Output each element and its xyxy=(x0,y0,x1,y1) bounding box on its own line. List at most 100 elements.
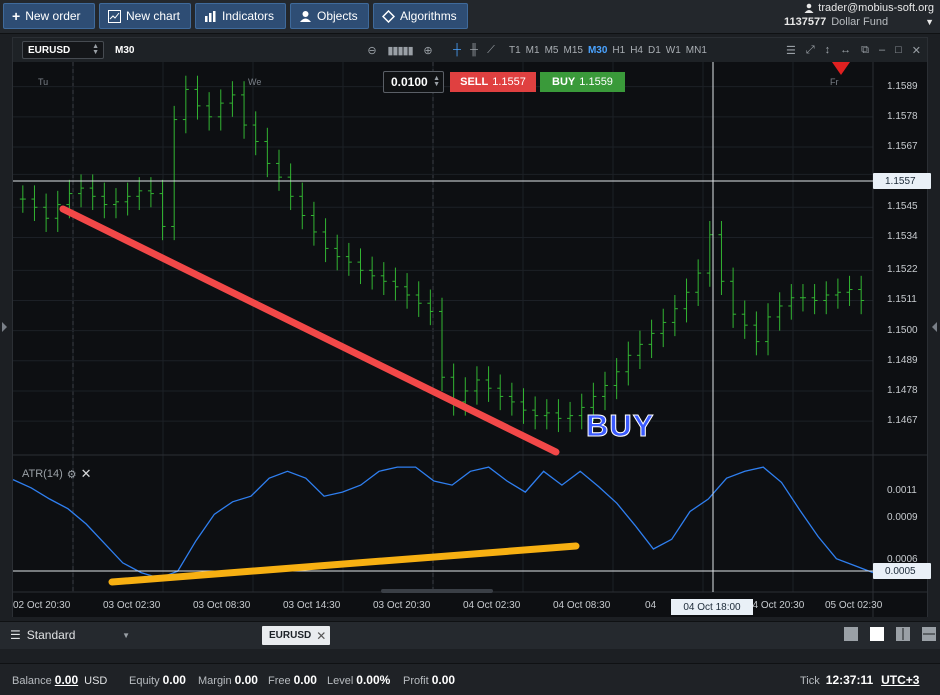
balance-value[interactable]: 0.00 xyxy=(55,673,78,687)
timeframe-t1[interactable]: T1 xyxy=(507,45,523,56)
gear-icon[interactable]: ⚙ xyxy=(67,468,77,481)
margin-stat: Margin 0.00 xyxy=(198,673,258,687)
workspace-selector[interactable]: ☰ Standard ▼ xyxy=(10,628,130,642)
level-value: 0.00% xyxy=(356,673,391,687)
current-timeframe: M30 xyxy=(115,44,135,56)
timeframe-mn1[interactable]: MN1 xyxy=(684,45,709,56)
profit-stat: Profit 0.00 xyxy=(403,673,455,687)
profit-value: 0.00 xyxy=(431,673,456,687)
timeframe-h4[interactable]: H4 xyxy=(628,45,645,56)
time-tick-label: 02 Oct 20:30 xyxy=(13,600,71,611)
time-tick-label: 05 Oct 02:30 xyxy=(825,600,883,611)
timeframe-list: T1 M1 M5 M15 M30 H1 H4 D1 W1 MN1 xyxy=(507,45,709,56)
free-label: Free xyxy=(268,675,291,687)
main-toolbar: + New order New chart Indicators Objects… xyxy=(0,0,940,34)
plot-background xyxy=(13,62,927,617)
zoom-slider-icon[interactable]: ▮▮▮▮▮ xyxy=(382,43,418,57)
line-chart-type-icon[interactable]: ⟋ xyxy=(484,43,498,57)
time-tick-label: 03 Oct 08:30 xyxy=(193,600,251,611)
price-tick-label: 1.1578 xyxy=(887,110,918,122)
chart-tab[interactable]: EURUSD ✕ xyxy=(262,626,330,645)
chart-window: EURUSD ▲ ▼ M30 ⊖ ▮▮▮▮▮ ⊕ ┼ ╫ ⟋ T1 M1 M5 M15 M… xyxy=(12,37,931,617)
workspace-tabs: ☰ Standard ▼ EURUSD ✕ xyxy=(0,621,940,649)
timeframe-m30[interactable]: M30 xyxy=(586,45,609,56)
day-label-tu: Tu xyxy=(38,77,49,87)
price-tick-label: 1.1589 xyxy=(887,80,918,92)
balance-stat: Balance 0.00 USD xyxy=(12,673,107,687)
profit-label: Profit xyxy=(403,675,429,687)
bars-icon xyxy=(205,10,216,22)
indicator-header: ATR(14) ⚙ ✕ xyxy=(22,466,92,482)
lot-size-input[interactable]: 0.0100 ▲ ▼ xyxy=(383,71,444,93)
algorithms-button[interactable]: Algorithms xyxy=(373,3,468,29)
spinner-icon: ▲ ▼ xyxy=(92,43,99,56)
settings-lines-icon[interactable]: ☰ xyxy=(786,44,796,57)
account-panel[interactable]: trader@mobius-soft.org 1137577 Dollar Fu… xyxy=(784,2,934,28)
menu-icon: ☰ xyxy=(10,628,21,642)
close-icon[interactable]: ✕ xyxy=(316,629,326,643)
chart-toolbar: EURUSD ▲ ▼ M30 ⊖ ▮▮▮▮▮ ⊕ ┼ ╫ ⟋ T1 M1 M5 M15 M… xyxy=(13,38,927,62)
horizontal-scrollbar xyxy=(381,589,493,593)
new-chart-button[interactable]: New chart xyxy=(99,3,191,29)
plus-icon: + xyxy=(12,8,21,24)
zoom-in-icon[interactable]: ⊕ xyxy=(421,43,435,57)
time-tick-label: 04 Oct 20:30 xyxy=(747,600,805,611)
layout-grid-icon[interactable] xyxy=(870,627,884,641)
timeframe-m1[interactable]: M1 xyxy=(524,45,542,56)
layout-columns-icon[interactable] xyxy=(896,627,910,641)
detach-icon[interactable]: ⧉ xyxy=(861,44,869,57)
dropdown-arrow-icon: ▼ xyxy=(122,630,130,640)
clock-stat: Tick 12:37:11 UTC+3 xyxy=(800,673,919,687)
expand-horizontal-icon[interactable]: ↔ xyxy=(840,44,851,56)
price-tick-label: 1.1511 xyxy=(887,294,917,306)
time-tick-label: 04 Oct 08:30 xyxy=(553,600,611,611)
sell-price: 1.1557 xyxy=(492,76,526,88)
close-icon[interactable]: ✕ xyxy=(912,44,921,57)
symbol-selector[interactable]: EURUSD ▲ ▼ xyxy=(22,41,104,59)
new-order-label: New order xyxy=(25,9,81,23)
diamond-icon xyxy=(382,9,395,23)
current-price-tag: 1.1557 xyxy=(873,173,931,189)
layout-buttons xyxy=(844,627,936,641)
timeframe-m5[interactable]: M5 xyxy=(543,45,561,56)
free-value: 0.00 xyxy=(293,673,317,687)
user-icon xyxy=(804,3,814,13)
new-order-button[interactable]: + New order xyxy=(3,3,95,29)
right-panel-arrow-icon[interactable] xyxy=(932,322,937,332)
sell-button[interactable]: SELL 1.1557 xyxy=(450,72,536,92)
price-plot[interactable] xyxy=(13,62,927,617)
new-chart-label: New chart xyxy=(126,9,181,23)
layout-rows-icon[interactable] xyxy=(922,627,936,641)
candle-chart-type-icon[interactable]: ╫ xyxy=(467,43,481,57)
free-stat: Free 0.00 xyxy=(268,673,317,687)
timeframe-d1[interactable]: D1 xyxy=(646,45,663,56)
timeframe-h1[interactable]: H1 xyxy=(610,45,627,56)
time-tick-label: 03 Oct 02:30 xyxy=(103,600,161,611)
expand-diagonal-icon[interactable]: ⤢ xyxy=(806,44,815,57)
minimize-icon[interactable]: – xyxy=(879,44,885,56)
maximize-icon[interactable]: □ xyxy=(895,44,902,56)
zoom-out-icon[interactable]: ⊖ xyxy=(365,43,379,57)
objects-button[interactable]: Objects xyxy=(290,3,369,29)
indicators-button[interactable]: Indicators xyxy=(195,3,286,29)
algorithms-label: Algorithms xyxy=(400,9,457,23)
chart-icon xyxy=(108,9,121,23)
expand-vertical-icon[interactable]: ↕ xyxy=(825,44,831,56)
timezone-selector[interactable]: UTC+3 xyxy=(881,673,919,687)
price-tick-label: 1.1467 xyxy=(887,415,918,427)
close-icon[interactable]: ✕ xyxy=(81,466,92,482)
dropdown-arrow-icon[interactable]: ▼ xyxy=(925,17,934,27)
day-label-we: We xyxy=(248,77,262,87)
timeframe-w1[interactable]: W1 xyxy=(664,45,683,56)
layout-single-icon[interactable] xyxy=(844,627,858,641)
equity-value: 0.00 xyxy=(162,673,186,687)
left-panel-arrow-icon[interactable] xyxy=(2,322,7,332)
timeframe-m15[interactable]: M15 xyxy=(561,45,584,56)
indicators-label: Indicators xyxy=(222,9,275,23)
day-label-fr: Fr xyxy=(830,77,839,87)
time-tick-label: 04 Oct 02:30 xyxy=(463,600,521,611)
bar-chart-type-icon[interactable]: ┼ xyxy=(450,43,464,57)
price-tick-label: 1.1500 xyxy=(887,324,918,336)
symbol-value: EURUSD xyxy=(28,44,71,56)
buy-button[interactable]: BUY 1.1559 xyxy=(540,72,625,92)
